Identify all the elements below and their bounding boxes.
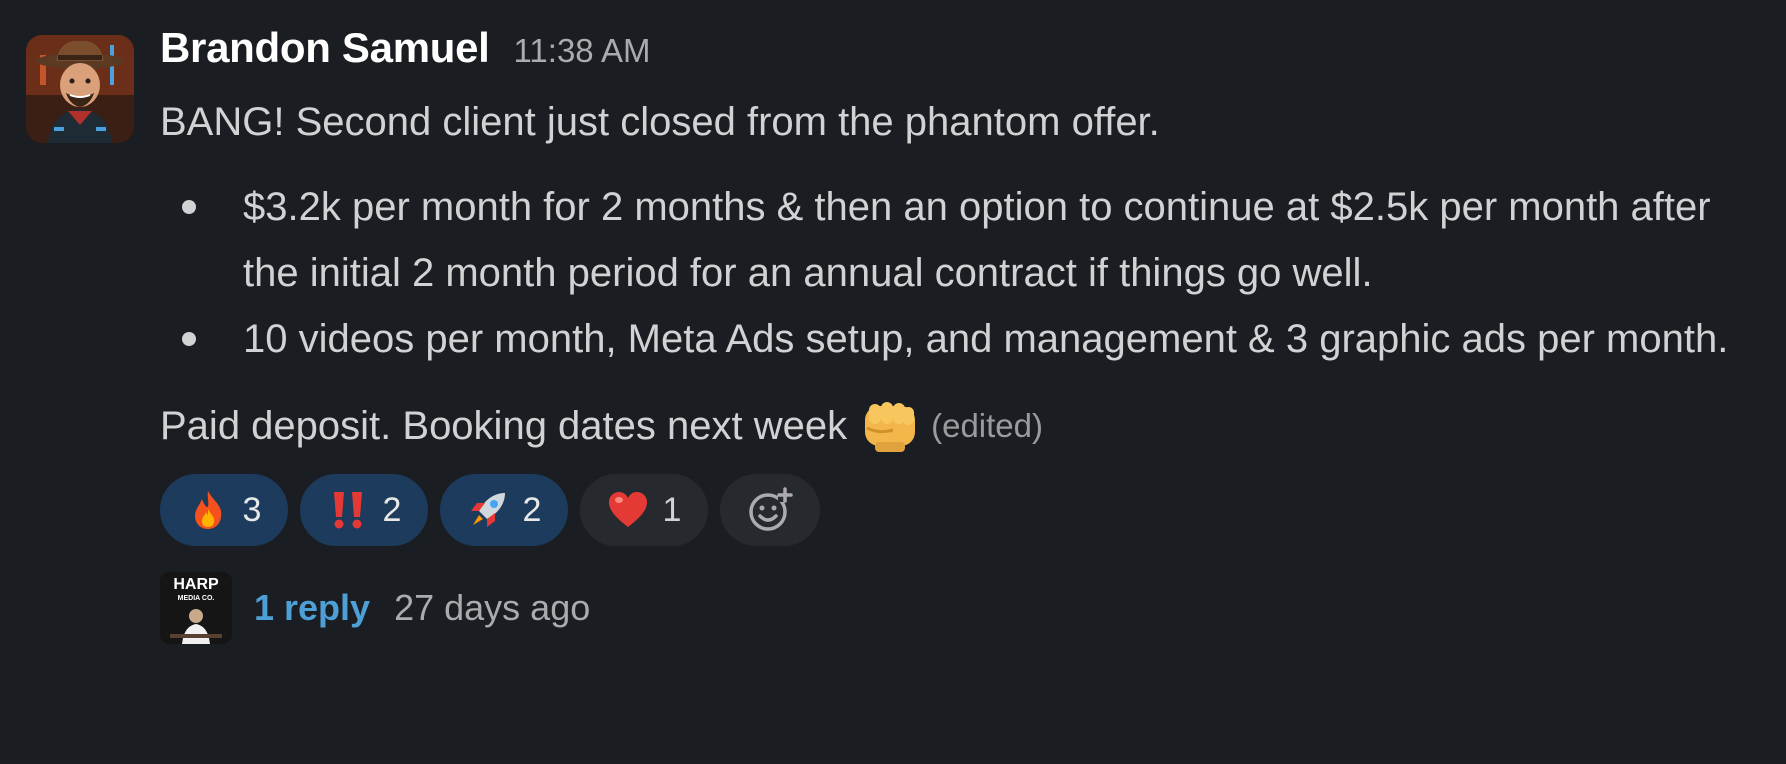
fist-bump-icon: [859, 398, 921, 454]
edited-label: (edited): [931, 407, 1043, 444]
bullet-dot: [182, 332, 196, 346]
reply-count-link[interactable]: 1 reply: [254, 587, 370, 629]
message-intro: BANG! Second client just closed from the…: [160, 100, 1160, 144]
thread-summary[interactable]: HARP MEDIA CO. 1 reply 27 days ago: [160, 572, 1770, 644]
sender-avatar[interactable]: [26, 35, 134, 143]
sender-name[interactable]: Brandon Samuel: [160, 24, 490, 72]
bullet-list: $3.2k per month for 2 months & then an o…: [160, 174, 1770, 372]
bullet-dot: [182, 200, 196, 214]
list-item-text: $3.2k per month for 2 months & then an o…: [243, 185, 1711, 295]
message-timestamp[interactable]: 11:38 AM: [514, 32, 651, 70]
list-item: $3.2k per month for 2 months & then an o…: [160, 174, 1770, 306]
message-container: Brandon Samuel 11:38 AM BANG! Second cli…: [0, 0, 1786, 764]
reaction-rocket[interactable]: 2: [440, 474, 568, 546]
reaction-fire[interactable]: 3: [160, 474, 288, 546]
heart-icon: [607, 489, 649, 531]
reply-avatar[interactable]: HARP MEDIA CO.: [160, 572, 232, 644]
logo-text-media: MEDIA CO.: [178, 595, 215, 602]
logo-text-harp: HARP: [173, 576, 219, 593]
list-item-text: 10 videos per month, Meta Ads setup, and…: [243, 317, 1729, 361]
reaction-count: 2: [522, 490, 542, 529]
add-reaction-icon: [749, 487, 793, 531]
harp-media-logo-icon: HARP MEDIA CO.: [160, 572, 232, 644]
reaction-heart[interactable]: 1: [580, 474, 708, 546]
message-header: Brandon Samuel 11:38 AM: [160, 24, 1770, 92]
message-content: Brandon Samuel 11:38 AM BANG! Second cli…: [160, 24, 1770, 644]
reactions-bar: 3 2 2 1: [160, 474, 1770, 546]
cowboy-avatar-icon: [26, 35, 134, 143]
fire-icon: [187, 489, 229, 531]
double-exclamation-icon: [327, 489, 369, 531]
reaction-count: 1: [662, 490, 682, 529]
closing-text: Paid deposit. Booking dates next week: [160, 404, 848, 448]
list-item: 10 videos per month, Meta Ads setup, and…: [160, 306, 1770, 372]
add-reaction-button[interactable]: [720, 474, 820, 546]
reaction-count: 3: [242, 490, 262, 529]
message-closing: Paid deposit. Booking dates next week (e…: [160, 396, 1770, 456]
rocket-icon: [467, 489, 509, 531]
reaction-double-exclamation[interactable]: 2: [300, 474, 428, 546]
reaction-count: 2: [382, 490, 402, 529]
last-reply-time: 27 days ago: [394, 587, 591, 628]
